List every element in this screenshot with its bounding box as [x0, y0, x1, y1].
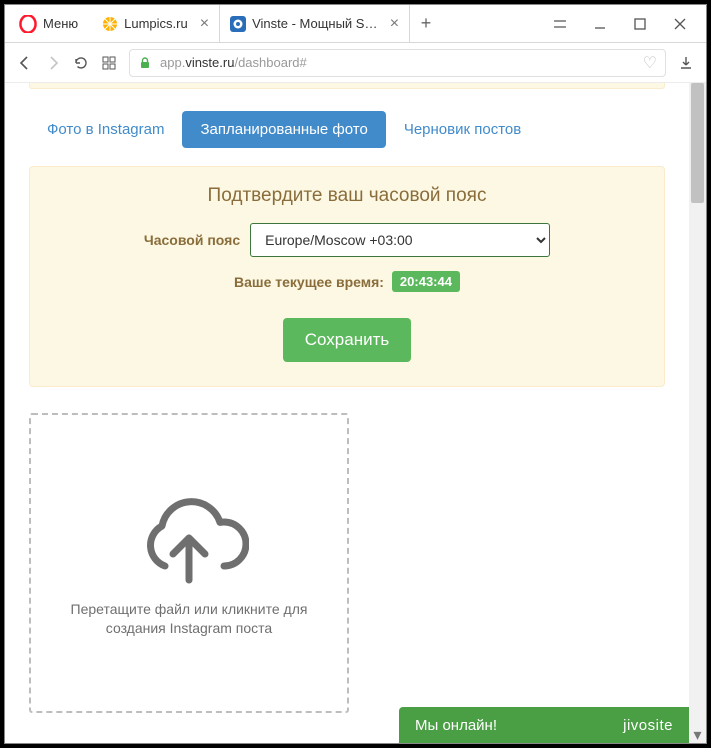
current-time-label: Ваше текущее время: [234, 274, 384, 290]
tab-drafts[interactable]: Черновик постов [386, 111, 539, 148]
timezone-select[interactable]: Europe/Moscow +03:00 [250, 223, 550, 257]
window-menu-button[interactable] [540, 5, 580, 43]
nav-forward-button[interactable] [45, 55, 61, 71]
timezone-label: Часовой пояс [144, 232, 240, 248]
tab-title: Vinste - Мощный SMM-се [252, 16, 378, 31]
cloud-upload-icon [129, 488, 249, 588]
scroll-down-icon[interactable]: ▾ [689, 726, 706, 743]
address-input[interactable]: app.vinste.ru/dashboard# ♡ [129, 49, 666, 77]
window-maximize-button[interactable] [620, 5, 660, 43]
browser-menu-button[interactable]: Меню [11, 11, 86, 37]
tab-strip: Lumpics.ru × Vinste - Мощный SMM-се × + [92, 5, 442, 42]
tab-vinste[interactable]: Vinste - Мощный SMM-се × [220, 5, 410, 42]
favicon-vinste-icon [230, 16, 246, 32]
window-minimize-button[interactable] [580, 5, 620, 43]
url-text: app.vinste.ru/dashboard# [160, 55, 307, 70]
titlebar: Меню Lumpics.ru × Vinste - Мощный SMM-се… [5, 5, 706, 43]
current-time-badge: 20:43:44 [392, 271, 460, 292]
jivo-brand: jivosite [623, 717, 673, 734]
scrollbar[interactable]: ▴ ▾ [689, 83, 706, 743]
tab-title: Lumpics.ru [124, 16, 188, 31]
dropzone-text: Перетащите файл или кликните для создани… [43, 600, 335, 638]
opera-logo-icon [19, 15, 37, 33]
nav-pills: Фото в Instagram Запланированные фото Че… [29, 111, 665, 148]
window-close-button[interactable] [660, 5, 700, 43]
tab-photo-instagram[interactable]: Фото в Instagram [29, 111, 182, 148]
nav-back-button[interactable] [17, 55, 33, 71]
favicon-lumpics-icon [102, 16, 118, 32]
jivosite-widget[interactable]: Мы онлайн! jivosite [399, 707, 689, 743]
save-button[interactable]: Сохранить [283, 318, 411, 362]
speed-dial-button[interactable] [101, 55, 117, 71]
downloads-button[interactable] [678, 55, 694, 71]
address-bar: app.vinste.ru/dashboard# ♡ [5, 43, 706, 83]
timezone-panel: Подтвердите ваш часовой пояс Часовой поя… [29, 166, 665, 387]
new-tab-button[interactable]: + [410, 5, 442, 42]
upload-dropzone[interactable]: Перетащите файл или кликните для создани… [29, 413, 349, 713]
nav-reload-button[interactable] [73, 55, 89, 71]
tab-scheduled-photos[interactable]: Запланированные фото [182, 111, 385, 148]
browser-menu-label: Меню [43, 16, 78, 31]
tab-lumpics[interactable]: Lumpics.ru × [92, 5, 220, 42]
page-content: Фото в Instagram Запланированные фото Че… [5, 83, 689, 743]
tab-close-icon[interactable]: × [200, 15, 209, 33]
tab-close-icon[interactable]: × [390, 15, 399, 33]
lock-icon [138, 56, 152, 70]
window-controls [540, 5, 700, 43]
scrollbar-thumb[interactable] [691, 83, 704, 203]
jivo-status: Мы онлайн! [415, 717, 497, 734]
alert-bar-edge [29, 83, 665, 89]
timezone-title: Подтвердите ваш часовой пояс [46, 185, 648, 207]
bookmark-icon[interactable]: ♡ [643, 53, 657, 73]
viewport: Фото в Instagram Запланированные фото Че… [5, 83, 706, 743]
